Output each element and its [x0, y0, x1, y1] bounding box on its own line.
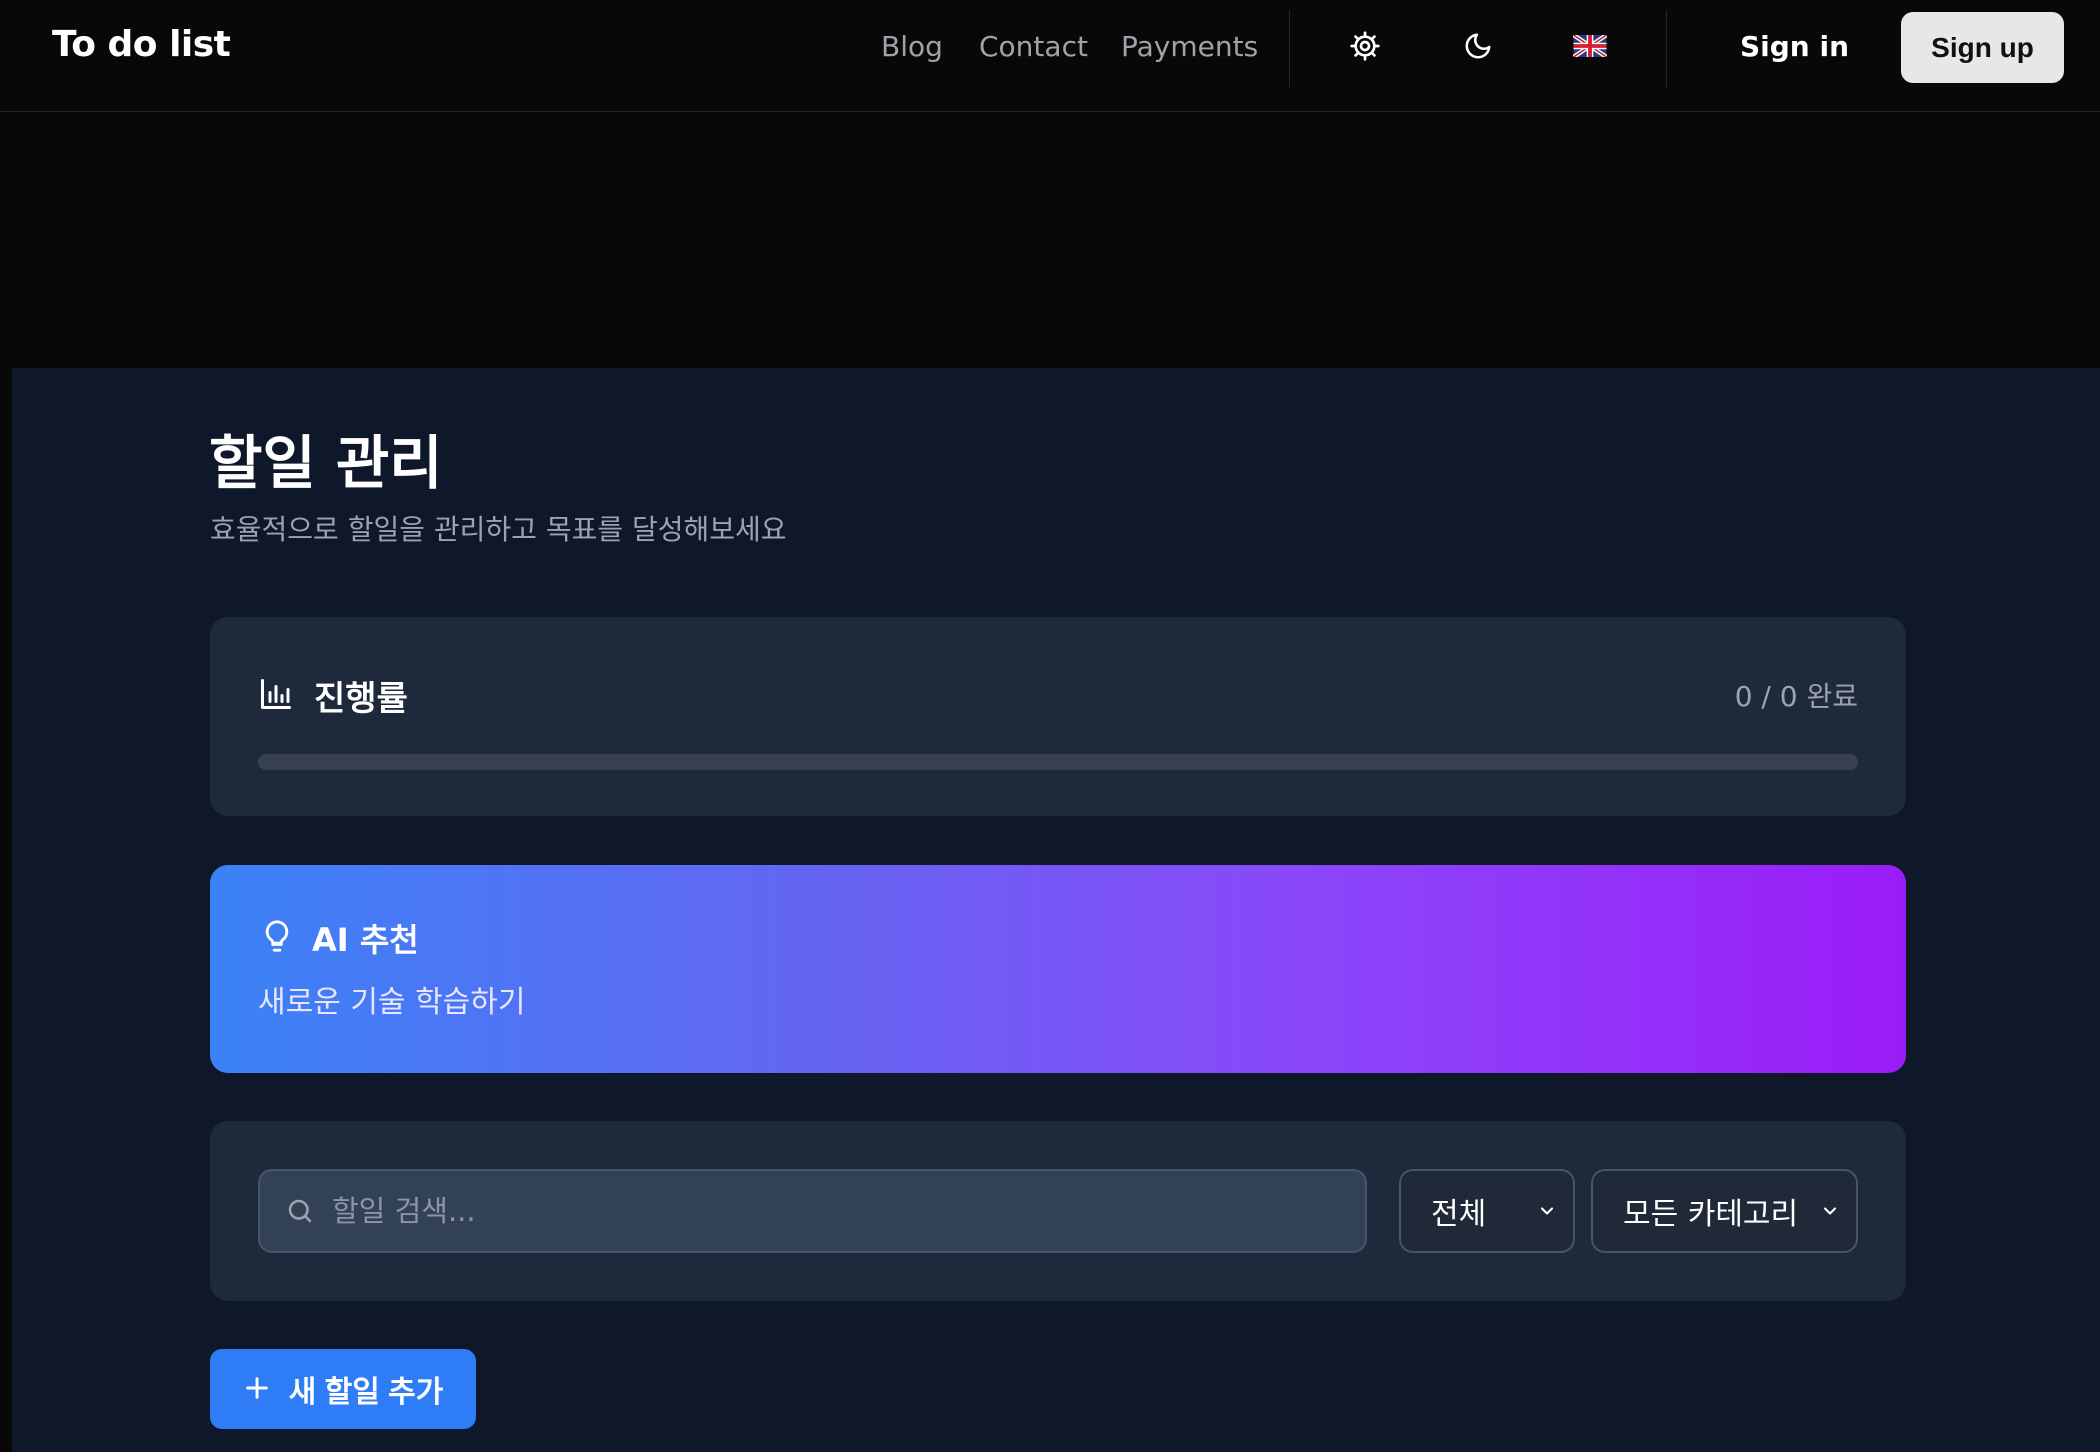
page-title: 할일 관리 — [209, 429, 443, 497]
nav-link-payments[interactable]: Payments — [1121, 30, 1258, 63]
progress-title: 진행률 — [314, 679, 408, 719]
nav-divider — [1666, 10, 1667, 87]
nav-divider — [1289, 10, 1290, 87]
add-todo-button[interactable]: 새 할일 추가 — [210, 1349, 476, 1429]
status-select[interactable]: 전체 — [1399, 1169, 1575, 1253]
sign-in-link[interactable]: Sign in — [1740, 30, 1849, 63]
plus-icon — [243, 1374, 271, 1405]
search-icon — [284, 1195, 316, 1227]
brand-logo[interactable]: To do list — [52, 24, 231, 65]
settings-icon[interactable] — [1347, 28, 1383, 64]
lightbulb-icon — [260, 917, 294, 959]
search-input[interactable] — [332, 1194, 1332, 1228]
progress-header: 진행률 — [258, 671, 408, 720]
status-select-value: 전체 — [1431, 1197, 1487, 1232]
page-subtitle: 효율적으로 할일을 관리하고 목표를 달성해보세요 — [210, 513, 787, 546]
sign-up-button[interactable]: Sign up — [1901, 12, 2064, 83]
moon-icon[interactable] — [1460, 28, 1496, 64]
chevron-down-icon — [1535, 1199, 1559, 1223]
add-todo-label: 새 할일 추가 — [288, 1376, 444, 1409]
progress-card: 진행률 0 / 0 완료 — [210, 617, 1906, 816]
progress-bar — [258, 754, 1858, 770]
chevron-down-icon — [1818, 1199, 1842, 1223]
ai-recommendation-title: AI 추천 — [312, 921, 419, 959]
search-box[interactable] — [258, 1169, 1367, 1253]
category-select-value: 모든 카테고리 — [1623, 1197, 1799, 1232]
ai-recommendation-text: 새로운 기술 학습하기 — [258, 985, 526, 1020]
nav-link-contact[interactable]: Contact — [979, 30, 1088, 63]
top-navbar: To do list Blog Contact Payments Sign in… — [0, 0, 2100, 112]
progress-count: 0 / 0 완료 — [1734, 680, 1858, 713]
bar-chart-icon — [258, 676, 294, 716]
filter-card: 전체 모든 카테고리 — [210, 1121, 1906, 1301]
category-select[interactable]: 모든 카테고리 — [1591, 1169, 1858, 1253]
ai-recommendation-banner[interactable]: AI 추천 새로운 기술 학습하기 — [210, 865, 1906, 1073]
uk-flag-icon[interactable] — [1572, 28, 1608, 64]
ai-recommendation-header: AI 추천 — [260, 915, 419, 961]
nav-link-blog[interactable]: Blog — [881, 30, 943, 63]
